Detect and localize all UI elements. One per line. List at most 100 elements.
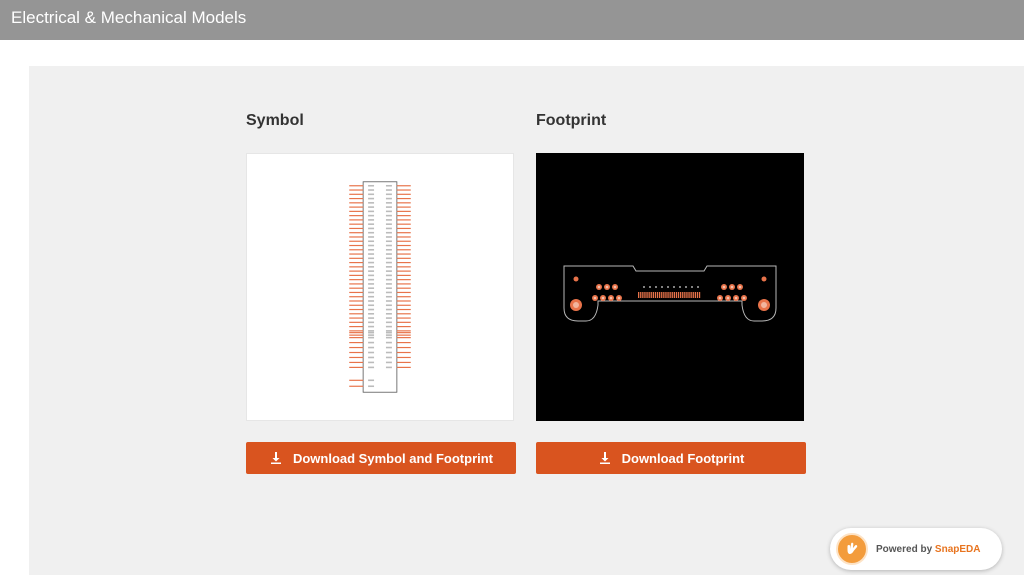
symbol-pin-label-left [368, 257, 375, 260]
footprint-smd-pad [665, 292, 667, 298]
symbol-pin-label-right [385, 283, 392, 285]
footprint-pad-hole [613, 285, 617, 289]
symbol-pin-label-left [368, 261, 375, 264]
symbol-pin-label-right [385, 278, 392, 281]
symbol-pin-label-left [368, 346, 375, 349]
symbol-pin-label-left [368, 336, 375, 339]
symbol-pin-label-left [368, 356, 375, 359]
symbol-pin-label-right [385, 223, 392, 225]
symbol-pin-label-right [385, 210, 392, 213]
symbol-pin-label-right [385, 366, 392, 369]
symbol-pin-label-right [385, 266, 392, 268]
footprint-smd-pad [654, 292, 657, 298]
symbol-pin-label-left [368, 317, 375, 319]
footprint-smd-pad [677, 292, 680, 298]
symbol-pin-label-right [385, 257, 392, 260]
footprint-pad-hole [742, 296, 746, 300]
symbol-drawing [349, 181, 411, 393]
symbol-pin-label-left [368, 325, 375, 328]
symbol-pin-label-left [368, 283, 375, 285]
footprint-smd-pad [667, 292, 669, 298]
symbol-pin-label-right [385, 321, 392, 324]
symbol-pin-label-left [368, 236, 375, 238]
symbol-pin-label-left [368, 313, 375, 315]
footprint-via [685, 286, 687, 288]
footprint-smd-pad [650, 292, 652, 298]
footprint-smd-pad [652, 292, 654, 298]
symbol-pin-label-left [368, 214, 375, 217]
badge-label: Powered by SnapEDA [876, 544, 980, 555]
symbol-pin-label-right [385, 291, 392, 294]
footprint-pad-hole [738, 285, 742, 289]
footprint-smd-pad [694, 292, 696, 298]
symbol-pin-label-right [385, 206, 392, 208]
symbol-pin-label-right [385, 189, 392, 191]
symbol-pin-label-left [368, 331, 375, 334]
footprint-pad-hole [593, 296, 597, 300]
symbol-pin-label-right [385, 361, 392, 364]
footprint-smd-pad [669, 292, 671, 298]
download-symbol-and-footprint-button[interactable]: Download Symbol and Footprint [246, 442, 516, 474]
footprint-smd-pad [661, 292, 663, 298]
symbol-pin-label-left [368, 300, 375, 302]
symbol-pin-label-right [385, 313, 392, 315]
footprint-smd-pad [684, 292, 686, 298]
symbol-pin-label-left [368, 379, 375, 382]
symbol-pin-label-left [368, 189, 375, 191]
symbol-pin-label-right [385, 231, 392, 234]
symbol-pin-label-right [385, 346, 392, 349]
symbol-pin-label-right [385, 270, 392, 272]
download-icon [599, 452, 610, 464]
badge-brand: SnapEDA [934, 543, 981, 555]
snapeda-hand-icon [836, 533, 868, 565]
footprint-via [655, 286, 657, 288]
models-panel: Symbol Footprint Download Symbol and Foo… [29, 66, 1024, 575]
badge-prefix: Powered by [876, 543, 933, 555]
symbol-pin-label-left [368, 351, 375, 354]
symbol-pin-label-right [385, 219, 392, 221]
footprint-smd-pad [638, 292, 640, 298]
footprint-via [643, 286, 645, 288]
download-footprint-button[interactable]: Download Footprint [536, 442, 806, 474]
symbol-pin-label-left [368, 385, 375, 388]
footprint-pad-hole [617, 296, 621, 300]
symbol-heading: Symbol [246, 112, 304, 129]
symbol-pin-label-right [385, 334, 392, 336]
footprint-via [649, 286, 651, 288]
download-footprint-label: Download Footprint [621, 450, 745, 466]
symbol-pin-label-right [385, 184, 392, 187]
symbol-pin-label-right [385, 193, 392, 196]
symbol-pin-label-left [368, 334, 375, 336]
download-symbol-label: Download Symbol and Footprint [292, 450, 494, 466]
symbol-pin-label-left [368, 240, 375, 243]
symbol-pin-label-left [368, 184, 375, 187]
page-header: Electrical & Mechanical Models [0, 0, 1024, 40]
footprint-smd-pad [663, 292, 665, 298]
symbol-pin-label-right [385, 236, 392, 238]
symbol-pin-label-left [368, 231, 375, 234]
footprint-pad-hole [726, 296, 730, 300]
footprint-via [691, 286, 693, 288]
symbol-pin-label-left [368, 223, 375, 225]
footprint-heading: Footprint [536, 112, 607, 129]
symbol-pin-label-left [368, 287, 375, 289]
symbol-pin-label-left [368, 361, 375, 364]
symbol-pin-label-right [385, 240, 392, 243]
footprint-connector-pads [638, 286, 701, 298]
symbol-pin-label-right [385, 274, 392, 277]
footprint-drawing [563, 265, 777, 322]
footprint-smd-pad [656, 292, 659, 298]
footprint-smd-pad [686, 292, 688, 298]
symbol-preview [246, 153, 514, 421]
symbol-pin-label-right [385, 202, 392, 204]
footprint-smd-pad [692, 292, 694, 298]
footprint-smd-pad [640, 292, 642, 298]
symbol-pin-label-right [385, 227, 392, 230]
symbol-pin-label-left [368, 274, 375, 277]
symbol-pin-label-right [385, 356, 392, 359]
footprint-smd-pad [642, 292, 644, 298]
symbol-pin-label-left [368, 321, 375, 324]
powered-by-badge[interactable]: Powered by SnapEDA [830, 528, 1002, 570]
symbol-pin-label-left [368, 266, 375, 268]
symbol-pin-label-left [368, 219, 375, 221]
